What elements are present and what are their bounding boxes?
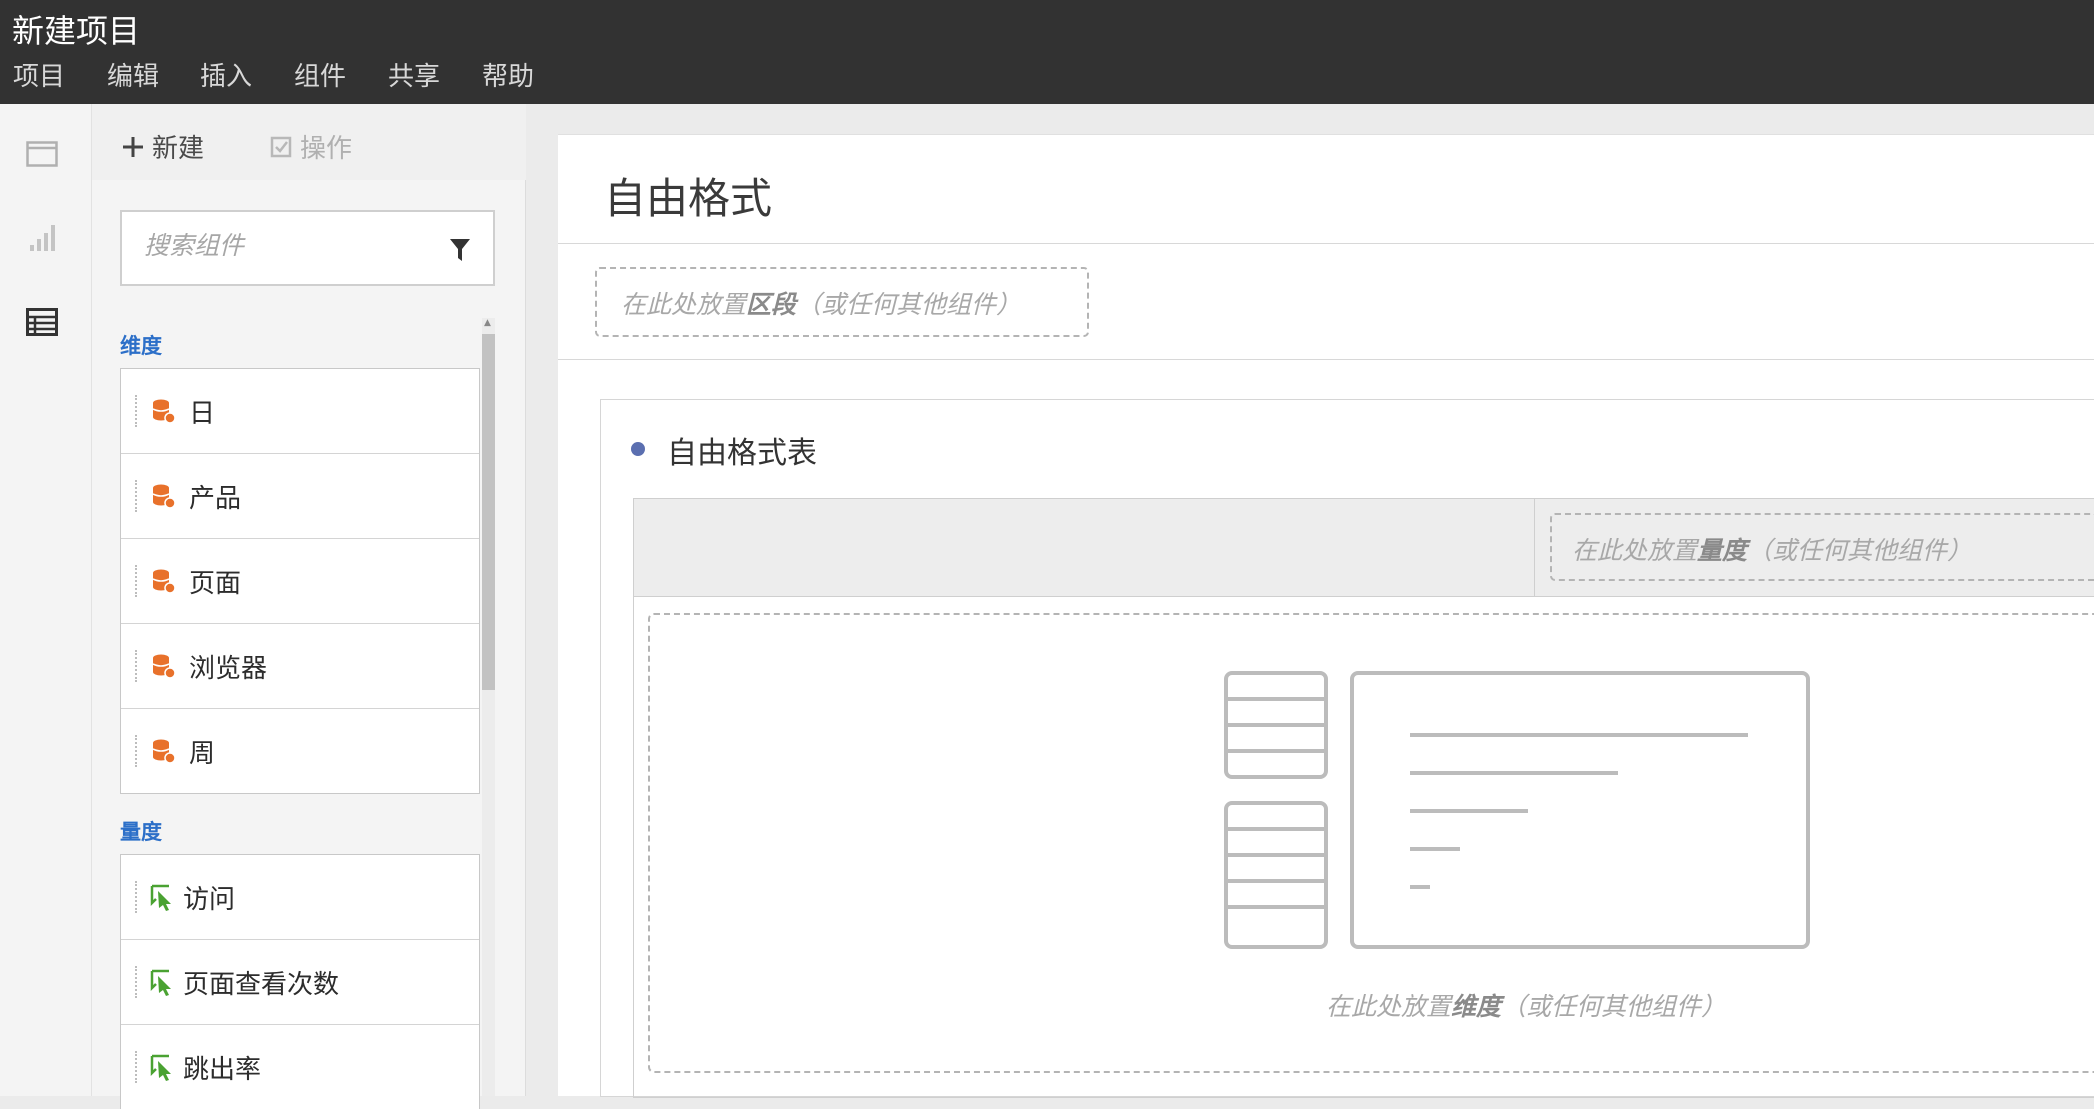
dimensions-heading: 维度: [120, 334, 162, 358]
segment-drop-text: 在此处放置区段（或任何其他组件）: [621, 290, 1022, 319]
scroll-up-arrow-icon[interactable]: ▲: [484, 318, 491, 328]
freeform-panel: 自由格式表 在此处放置量度（或任何其他组件） 在此处放置维度（或任何其他组件）: [600, 399, 2094, 1098]
metrics-heading: 量度: [120, 820, 162, 844]
drag-handle[interactable]: [135, 735, 139, 767]
dimension-item-week[interactable]: 周: [121, 709, 479, 793]
metric-label: 访问: [183, 885, 236, 915]
search-box: [120, 210, 495, 286]
dimension-label: 浏览器: [189, 654, 268, 684]
metric-drop-zone[interactable]: 在此处放置量度（或任何其他组件）: [1550, 513, 2094, 581]
dimension-label: 周: [189, 739, 216, 769]
table-placeholder-illustration: [1224, 671, 1810, 949]
divider: [558, 359, 2094, 360]
metric-list: 访问 页面查看次数 跳出率: [120, 854, 480, 1109]
dimension-label: 日: [189, 399, 216, 429]
dimension-item-product[interactable]: 产品: [121, 454, 479, 539]
drag-handle[interactable]: [135, 1051, 139, 1083]
filter-icon[interactable]: [449, 238, 471, 262]
metric-drop-text: 在此处放置量度（或任何其他组件）: [1572, 536, 1973, 565]
panel-scroll-thumb[interactable]: [482, 334, 495, 690]
dimension-icon: [152, 569, 176, 594]
metric-icon: [150, 884, 171, 911]
components-icon: [26, 308, 58, 336]
dimension-list: 日 产品 页面 浏览器 周: [120, 368, 480, 794]
checkbox-icon: [270, 136, 292, 157]
metric-item-bounce-rate[interactable]: 跳出率: [121, 1025, 479, 1109]
drag-handle[interactable]: [135, 480, 139, 512]
panel-title[interactable]: 自由格式表: [667, 428, 817, 472]
new-button[interactable]: 新建: [122, 128, 204, 165]
rail-visualizations-button[interactable]: [20, 216, 64, 260]
rail-components-button[interactable]: [20, 300, 64, 344]
metric-icon: [150, 1054, 171, 1081]
divider: [558, 243, 2094, 244]
dimension-label: 页面: [189, 569, 242, 599]
actions-button-label: 操作: [300, 134, 353, 164]
menu-project[interactable]: 项目: [13, 56, 65, 93]
drag-handle[interactable]: [135, 650, 139, 682]
drag-handle[interactable]: [135, 565, 139, 597]
drag-handle[interactable]: [135, 966, 139, 998]
panel-toolbar: 新建 操作: [92, 104, 526, 180]
metric-item-pageviews[interactable]: 页面查看次数: [121, 940, 479, 1025]
dimension-item-page[interactable]: 页面: [121, 539, 479, 624]
segment-drop-zone[interactable]: 在此处放置区段（或任何其他组件）: [595, 267, 1089, 337]
plus-icon: [123, 136, 143, 157]
menu-share[interactable]: 共享: [388, 56, 440, 93]
metric-label: 页面查看次数: [183, 970, 340, 1000]
dimension-drop-zone[interactable]: 在此处放置维度（或任何其他组件）: [648, 613, 2094, 1073]
app-header: 新建项目 项目 编辑 插入 组件 共享 帮助: [0, 0, 2094, 104]
visualization-icon: [30, 225, 55, 251]
metric-label: 跳出率: [183, 1055, 262, 1085]
metric-icon: [150, 969, 171, 996]
metric-item-visits[interactable]: 访问: [121, 855, 479, 940]
new-button-label: 新建: [152, 134, 205, 164]
drag-handle[interactable]: [135, 881, 139, 913]
actions-button[interactable]: 操作: [270, 128, 352, 165]
panel-collapse-dot-icon[interactable]: [631, 442, 645, 456]
dimension-item-day[interactable]: 日: [121, 369, 479, 454]
menu-edit[interactable]: 编辑: [107, 56, 159, 93]
dimension-icon: [152, 399, 176, 424]
drag-handle[interactable]: [135, 395, 139, 427]
search-input[interactable]: [142, 230, 436, 261]
app-title: 新建项目: [12, 12, 141, 50]
dimension-item-browser[interactable]: 浏览器: [121, 624, 479, 709]
components-panel: 新建 操作 维度 日: [92, 104, 526, 1109]
panel-icon: [26, 141, 58, 167]
menu-insert[interactable]: 插入: [200, 56, 252, 93]
column-separator: [1534, 499, 1535, 597]
dimension-label: 产品: [189, 484, 242, 514]
dimension-icon: [152, 654, 176, 679]
dimension-icon: [152, 739, 176, 764]
menu-help[interactable]: 帮助: [482, 56, 534, 93]
project-canvas: 自由格式 在此处放置区段（或任何其他组件） 自由格式表 在此处放置量度（或任何其…: [558, 134, 2094, 1098]
menu-components[interactable]: 组件: [294, 56, 346, 93]
left-rail: [0, 104, 92, 1096]
dimension-drop-text: 在此处放置维度（或任何其他组件）: [1326, 992, 1727, 1021]
rail-panels-button[interactable]: [20, 132, 64, 176]
page-title[interactable]: 自由格式: [604, 165, 772, 226]
dimension-icon: [152, 484, 176, 509]
freeform-table: 在此处放置量度（或任何其他组件） 在此处放置维度（或任何其他组件）: [633, 498, 2094, 1098]
